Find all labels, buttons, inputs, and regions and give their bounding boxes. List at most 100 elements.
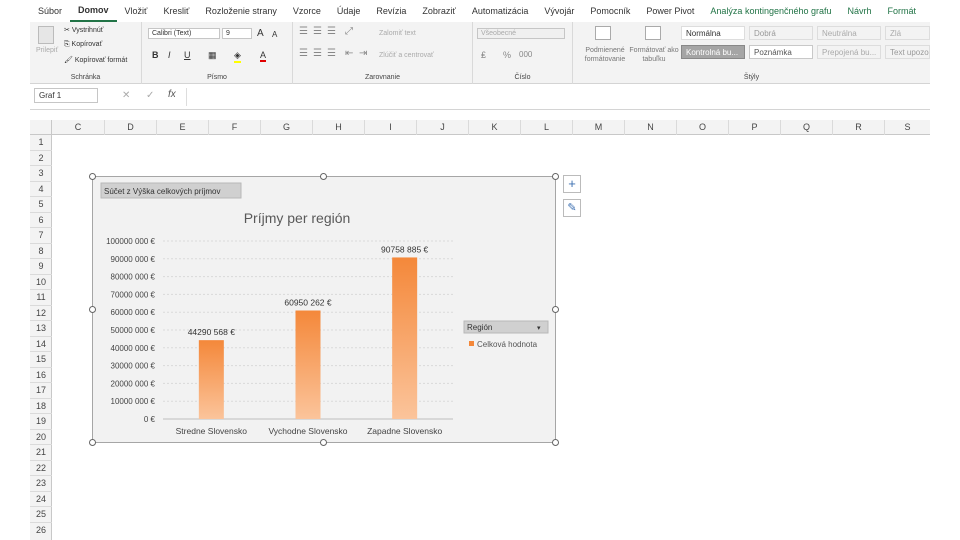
row-header[interactable]: 1	[30, 135, 52, 151]
style-check-cell[interactable]: Kontrolná bu...	[681, 45, 745, 59]
row-header[interactable]: 16	[30, 368, 52, 383]
italic-button[interactable]: I	[168, 50, 171, 60]
resize-handle-sw[interactable]	[89, 439, 96, 446]
tab-udaje[interactable]: Údaje	[329, 0, 369, 22]
tab-power-pivot[interactable]: Power Pivot	[638, 0, 702, 22]
row-header[interactable]: 6	[30, 213, 52, 228]
column-header[interactable]: J	[417, 120, 469, 135]
column-header[interactable]: E	[157, 120, 209, 135]
style-warning-text[interactable]: Text upozor...	[885, 45, 930, 59]
format-painter-button[interactable]: 🖌 Kopírovať formát	[64, 56, 127, 64]
row-header[interactable]: 26	[30, 523, 52, 539]
row-header[interactable]: 22	[30, 461, 52, 476]
wrap-text-button[interactable]: Zalomiť text	[379, 30, 416, 37]
font-name-select[interactable]: Calibri (Text)	[148, 28, 220, 39]
select-all-corner[interactable]	[30, 120, 52, 135]
align-middle-icon[interactable]: ☰	[313, 26, 322, 37]
number-format-select[interactable]: Všeobecné	[477, 28, 565, 39]
tab-domov[interactable]: Domov	[70, 0, 117, 22]
underline-button[interactable]: U	[184, 50, 191, 60]
formula-input[interactable]	[186, 88, 926, 106]
legend-title[interactable]: Región	[467, 323, 492, 332]
tab-subor[interactable]: Súbor	[30, 0, 70, 22]
bar[interactable]	[392, 257, 418, 419]
column-header[interactable]: C	[52, 120, 105, 135]
pivot-chart[interactable]: Súčet z Výška celkových príjmov Príjmy p…	[92, 176, 556, 443]
tab-pomocnik[interactable]: Pomocník	[582, 0, 638, 22]
row-header[interactable]: 17	[30, 383, 52, 399]
row-header[interactable]: 14	[30, 337, 52, 352]
column-header[interactable]: H	[313, 120, 365, 135]
row-header[interactable]: 8	[30, 244, 52, 259]
tab-automatizacia[interactable]: Automatizácia	[464, 0, 537, 22]
fill-color-icon[interactable]: ◈	[234, 50, 241, 63]
column-header[interactable]: S	[885, 120, 930, 135]
column-header[interactable]: I	[365, 120, 417, 135]
field-button[interactable]: Súčet z Výška celkových príjmov	[104, 187, 220, 196]
bold-button[interactable]: B	[152, 50, 159, 60]
legend-dropdown-icon[interactable]: ▾	[537, 325, 541, 332]
row-header[interactable]: 10	[30, 275, 52, 290]
data-label[interactable]: 90758 885 €	[381, 244, 429, 254]
currency-icon[interactable]: ₤	[481, 50, 486, 60]
tab-vyvojar[interactable]: Vývojár	[536, 0, 582, 22]
tab-format[interactable]: Formát	[880, 0, 925, 22]
align-right-icon[interactable]: ☰	[327, 48, 336, 59]
align-bottom-icon[interactable]: ☰	[327, 26, 336, 37]
row-header[interactable]: 7	[30, 228, 52, 244]
row-header[interactable]: 18	[30, 399, 52, 414]
column-header[interactable]: M	[573, 120, 625, 135]
merge-center-button[interactable]: Zlúčiť a centrovať	[379, 52, 434, 59]
shrink-font-button[interactable]: A	[272, 30, 277, 39]
column-header[interactable]: G	[261, 120, 313, 135]
style-normal[interactable]: Normálna	[681, 26, 745, 40]
style-good[interactable]: Dobrá	[749, 26, 813, 40]
tab-zobrazit[interactable]: Zobraziť	[414, 0, 463, 22]
chart-styles-brush-icon[interactable]: ✎	[563, 199, 581, 217]
tab-vlozit[interactable]: Vložiť	[117, 0, 156, 22]
cut-button[interactable]: ✂ Vystrihnúť	[64, 26, 103, 34]
copy-button[interactable]: ⎘ Kopírovať	[64, 41, 102, 49]
row-header[interactable]: 25	[30, 507, 52, 523]
style-note[interactable]: Poznámka	[749, 45, 813, 59]
fx-icon[interactable]: fx	[168, 89, 176, 100]
resize-handle-w[interactable]	[89, 306, 96, 313]
clipboard-icon[interactable]	[38, 26, 54, 44]
grow-font-button[interactable]: A	[257, 28, 264, 39]
format-as-table-button[interactable]: Formátovať ako tabuľku	[629, 46, 679, 64]
column-header[interactable]: Q	[781, 120, 833, 135]
column-header[interactable]: K	[469, 120, 521, 135]
tab-revizia[interactable]: Revízia	[368, 0, 414, 22]
row-header[interactable]: 3	[30, 166, 52, 182]
name-box[interactable]: Graf 1	[34, 88, 98, 103]
resize-handle-ne[interactable]	[552, 173, 559, 180]
outdent-icon[interactable]: ⇥	[359, 48, 367, 59]
row-header[interactable]: 21	[30, 445, 52, 461]
style-neutral[interactable]: Neutrálna	[817, 26, 881, 40]
percent-button[interactable]: %	[503, 50, 511, 60]
font-color-button[interactable]: A	[260, 50, 267, 62]
align-center-icon[interactable]: ☰	[313, 48, 322, 59]
data-label[interactable]: 44290 568 €	[188, 327, 236, 337]
column-header[interactable]: F	[209, 120, 261, 135]
bar[interactable]	[295, 310, 321, 419]
data-label[interactable]: 60950 262 €	[284, 298, 332, 308]
indent-icon[interactable]: ⇤	[345, 48, 353, 59]
row-header[interactable]: 13	[30, 321, 52, 337]
column-header[interactable]: R	[833, 120, 885, 135]
enter-icon[interactable]: ✓	[146, 90, 154, 101]
column-header[interactable]: D	[105, 120, 157, 135]
row-header[interactable]: 4	[30, 182, 52, 197]
resize-handle-e[interactable]	[552, 306, 559, 313]
row-header[interactable]: 24	[30, 492, 52, 507]
tab-analyza[interactable]: Analýza kontingenčného grafu	[702, 0, 839, 22]
row-header[interactable]: 23	[30, 476, 52, 492]
row-header[interactable]: 2	[30, 151, 52, 166]
border-icon[interactable]: ▦	[208, 50, 217, 61]
row-header[interactable]: 12	[30, 306, 52, 321]
tab-kreslit[interactable]: Kresliť	[155, 0, 197, 22]
chart-title[interactable]: Príjmy per región	[244, 210, 351, 226]
column-header[interactable]: P	[729, 120, 781, 135]
row-header[interactable]: 15	[30, 352, 52, 368]
resize-handle-n[interactable]	[320, 173, 327, 180]
